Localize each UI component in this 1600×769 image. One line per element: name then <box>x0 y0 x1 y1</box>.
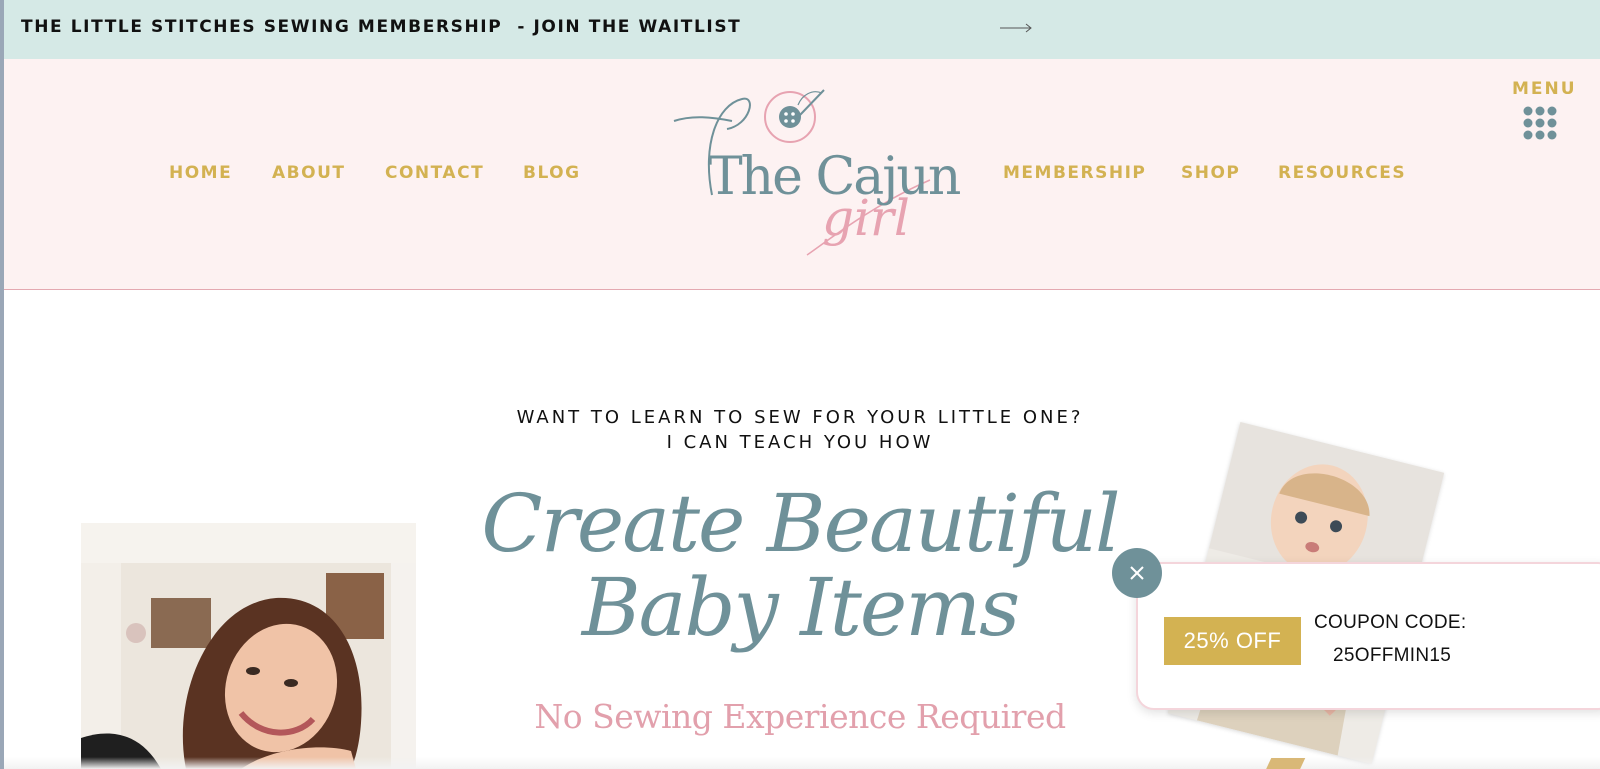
menu-label[interactable]: MENU <box>1512 79 1577 99</box>
hero-headline: Create Beautiful Baby Items <box>480 482 1120 650</box>
hero-kicker: WANT TO LEARN TO SEW FOR YOUR LITTLE ONE… <box>500 405 1100 455</box>
bottom-fade <box>0 757 1600 769</box>
announcement-text[interactable]: THE LITTLE STITCHES SEWING MEMBERSHIP - … <box>21 17 741 37</box>
coupon-popup: 25% OFF COUPON CODE: 25OFFMIN15 <box>1136 562 1600 710</box>
coupon-discount-badge: 25% OFF <box>1164 617 1301 665</box>
hero-headline-line2: Baby Items <box>581 561 1020 654</box>
coupon-code-label: COUPON CODE: <box>1314 612 1467 633</box>
hero-photo-woman <box>81 523 416 769</box>
announcement-bar[interactable]: THE LITTLE STITCHES SEWING MEMBERSHIP - … <box>0 0 1600 59</box>
nav-home[interactable]: HOME <box>169 163 232 183</box>
coupon-close-button[interactable] <box>1112 548 1162 598</box>
site-header: HOME ABOUT CONTACT BLOG The Cajun girl M… <box>0 59 1600 290</box>
hero-headline-line1: Create Beautiful <box>481 477 1120 570</box>
window-edge <box>0 0 4 769</box>
decorative-tag <box>1264 758 1306 769</box>
grid-dots-icon[interactable] <box>1522 105 1558 141</box>
nav-about[interactable]: ABOUT <box>272 163 345 183</box>
hero-kicker-line2: I CAN TEACH YOU HOW <box>666 432 934 453</box>
hero-kicker-line1: WANT TO LEARN TO SEW FOR YOUR LITTLE ONE… <box>516 407 1084 428</box>
nav-blog[interactable]: BLOG <box>523 163 581 183</box>
nav-membership[interactable]: MEMBERSHIP <box>1003 163 1146 183</box>
site-logo[interactable]: The Cajun girl <box>672 85 961 265</box>
nav-contact[interactable]: CONTACT <box>385 163 484 183</box>
nav-shop[interactable]: SHOP <box>1181 163 1240 183</box>
coupon-code-value[interactable]: 25OFFMIN15 <box>1333 645 1451 667</box>
hero-subheadline: No Sewing Experience Required <box>534 697 1066 736</box>
nav-resources[interactable]: RESOURCES <box>1278 163 1406 183</box>
close-icon <box>1130 566 1144 580</box>
arrow-right-icon[interactable] <box>999 19 1033 37</box>
logo-subtitle: girl <box>822 189 910 247</box>
